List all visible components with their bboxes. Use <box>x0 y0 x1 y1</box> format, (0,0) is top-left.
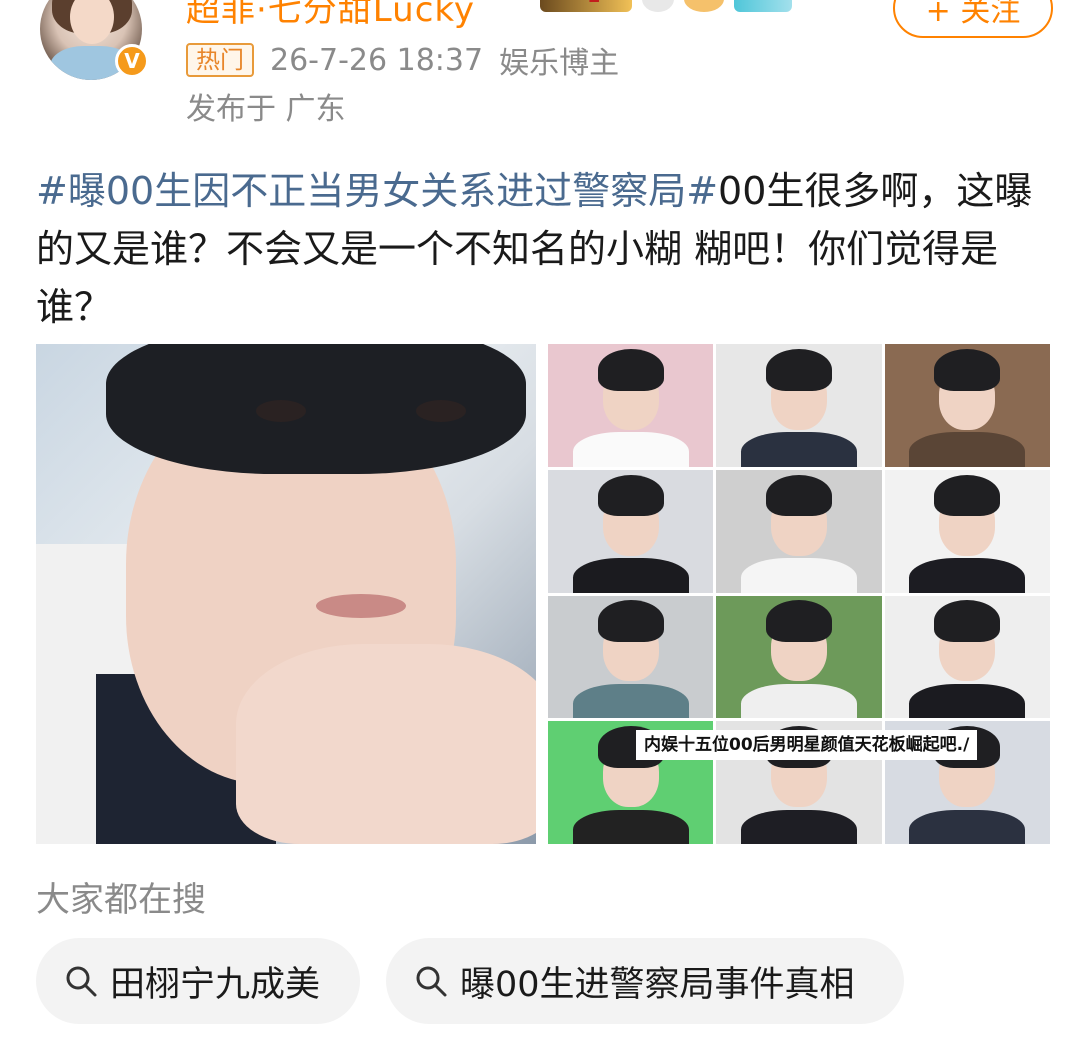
post-image-portrait[interactable] <box>36 344 536 844</box>
collage-caption: 内娱十五位00后男明星颜值天花板崛起吧./ <box>636 730 978 760</box>
search-chip[interactable]: 田栩宁九成美 <box>36 938 360 1024</box>
search-chip[interactable]: 曝00生进警察局事件真相 <box>386 938 904 1024</box>
collage-photo <box>548 595 714 719</box>
collage-photo <box>884 344 1050 467</box>
collage-photo <box>884 595 1050 719</box>
collage-photo <box>884 469 1050 593</box>
weibo-post: V 超菲·七分甜Lucky 2 + 关注 热门 26-7-26 18:37 娱乐… <box>0 0 1086 1050</box>
search-heading: 大家都在搜 <box>36 880 206 920</box>
portrait-hand <box>236 644 536 844</box>
hot-tag: 热门 <box>186 43 254 77</box>
author-role: 娱乐博主 <box>499 46 620 81</box>
post-meta: 热门 26-7-26 18:37 娱乐博主 <box>186 38 619 82</box>
portrait-lips <box>316 594 406 618</box>
follow-button[interactable]: + 关注 <box>893 0 1053 38</box>
post-text: #曝00生因不正当男女关系进过警察局#00生很多啊，这曝的又是谁？不会又是一个不… <box>36 162 1036 336</box>
avatar-face <box>70 0 114 44</box>
hashtag-link[interactable]: #曝00生因不正当男女关系进过警察局# <box>36 169 718 213</box>
collage-photo <box>716 469 882 593</box>
collage-photo <box>716 595 882 719</box>
search-chip-label: 曝00生进警察局事件真相 <box>460 964 855 1005</box>
search-icon <box>66 966 97 997</box>
level-badge-icon: 2 <box>540 0 632 12</box>
search-chip-label: 田栩宁九成美 <box>110 964 321 1005</box>
verified-badge-icon: V <box>115 44 149 78</box>
username[interactable]: 超菲·七分甜Lucky <box>186 0 475 31</box>
activity-badge-icon <box>734 0 792 12</box>
collage-photo <box>716 344 882 467</box>
post-location: 发布于 广东 <box>186 92 346 127</box>
portrait-eye-left <box>256 400 306 422</box>
collage-photo <box>548 469 714 593</box>
user-badges: 2 <box>540 0 792 12</box>
post-timestamp: 26-7-26 18:37 <box>270 42 484 78</box>
portrait-eye-right <box>416 400 466 422</box>
medal-badge-icon <box>642 0 674 12</box>
collage-photo <box>548 344 714 467</box>
search-icon <box>416 966 447 997</box>
fan-badge-icon <box>684 0 724 12</box>
post-image-collage[interactable] <box>548 344 1050 844</box>
